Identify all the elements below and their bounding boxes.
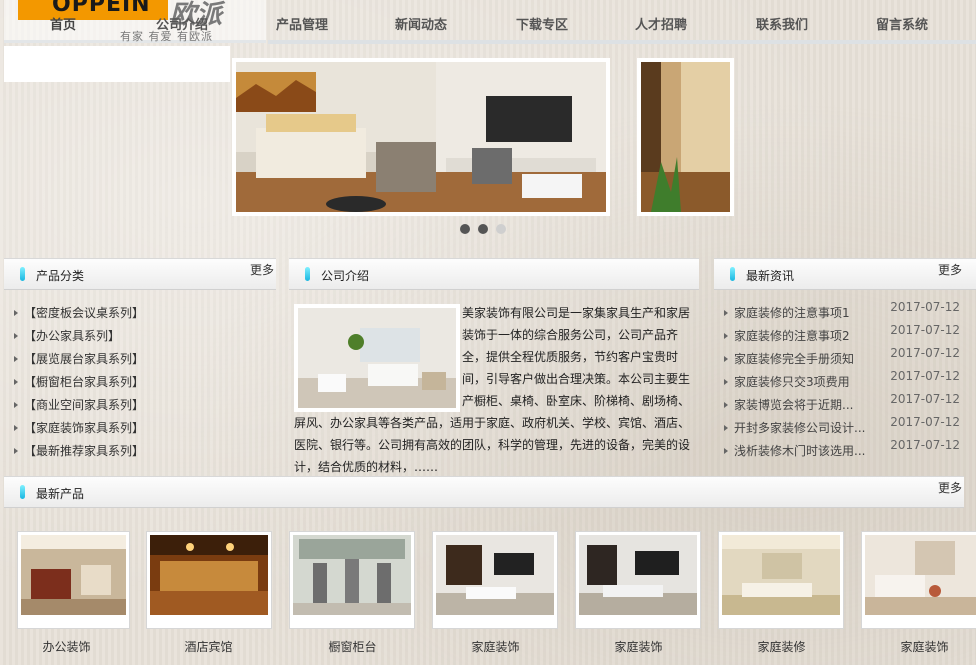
category-item[interactable]: 【家庭装饰家具系列】 [12, 417, 144, 440]
accent-bar-icon [20, 267, 25, 281]
news-panel-header: 最新资讯 更多 [714, 258, 976, 290]
product-thumbnail [150, 535, 268, 615]
slider-dot[interactable] [460, 224, 470, 234]
about-panel-title: 公司介绍 [321, 269, 370, 283]
nav-item-downloads[interactable]: 下载专区 [516, 14, 568, 33]
accent-bar-icon [20, 485, 25, 499]
accent-bar-icon [730, 267, 735, 281]
product-thumbnail [579, 535, 697, 615]
about-image-spacer [294, 302, 462, 412]
news-more-link[interactable]: 更多 [938, 261, 962, 278]
nav-item-jobs[interactable]: 人才招聘 [635, 14, 687, 33]
product-thumbnail [293, 535, 411, 615]
product-thumbnail [722, 535, 840, 615]
news-title[interactable]: 家庭装修完全手册须知 [734, 348, 854, 371]
category-panel-header: 产品分类 更多 [4, 258, 276, 290]
product-card[interactable] [861, 531, 976, 629]
product-label[interactable]: 家庭装饰 [439, 638, 552, 655]
category-item[interactable]: 【办公家具系列】 [12, 325, 144, 348]
product-card[interactable] [718, 531, 844, 629]
product-card[interactable] [432, 531, 558, 629]
news-item[interactable]: 浅析装修木门时该选用... 2017-07-12 [722, 438, 960, 463]
product-label[interactable]: 橱窗柜台 [296, 638, 409, 655]
news-panel-title: 最新资讯 [746, 269, 795, 283]
news-date: 2017-07-12 [890, 438, 960, 452]
slider-dot[interactable] [478, 224, 488, 234]
product-label[interactable]: 家庭装修 [725, 638, 838, 655]
product-card[interactable] [146, 531, 272, 629]
slider-dots [460, 223, 514, 237]
header-spacer [4, 46, 230, 82]
nav-item-about[interactable]: 公司介绍 [156, 14, 208, 33]
products-panel-title: 最新产品 [36, 487, 85, 501]
product-label[interactable]: 酒店宾馆 [152, 638, 265, 655]
news-title[interactable]: 家庭装修的注意事项1 [734, 302, 850, 325]
products-more-link[interactable]: 更多 [938, 479, 962, 496]
product-card[interactable] [17, 531, 130, 629]
news-title[interactable]: 开封多家装修公司设计... [734, 417, 865, 440]
product-card[interactable] [289, 531, 415, 629]
nav-item-guestbook[interactable]: 留言系统 [876, 14, 928, 33]
products-panel-header: 最新产品 更多 [4, 476, 964, 508]
category-list: 【密度板会议桌系列】 【办公家具系列】 【展览展台家具系列】 【橱窗柜台家具系列… [12, 302, 144, 463]
nav-item-contact[interactable]: 联系我们 [756, 14, 808, 33]
news-title[interactable]: 家庭装修只交3项费用 [734, 371, 850, 394]
news-title[interactable]: 浅析装修木门时该选用... [734, 440, 865, 463]
top-navigation: OPPEIN 欧派 有家 有爱 有欧派 首页 公司介绍 产品管理 新闻动态 下载… [0, 0, 976, 46]
product-card[interactable] [575, 531, 701, 629]
product-thumbnail [436, 535, 554, 615]
category-item[interactable]: 【最新推荐家具系列】 [12, 440, 144, 463]
slider-image-bedroom[interactable] [232, 58, 610, 216]
category-item[interactable]: 【密度板会议桌系列】 [12, 302, 144, 325]
category-panel-title: 产品分类 [36, 269, 85, 283]
category-item[interactable]: 【橱窗柜台家具系列】 [12, 371, 144, 394]
category-item[interactable]: 【展览展台家具系列】 [12, 348, 144, 371]
product-label[interactable]: 家庭装饰 [582, 638, 695, 655]
slider-image-partial[interactable] [637, 58, 734, 216]
nav-strip [268, 0, 976, 44]
product-thumbnail [21, 535, 126, 615]
about-panel-header: 公司介绍 [289, 258, 699, 290]
interior-photo [641, 62, 730, 212]
nav-item-products[interactable]: 产品管理 [276, 14, 328, 33]
category-more-link[interactable]: 更多 [250, 261, 274, 278]
slider-dot-active[interactable] [496, 224, 506, 234]
category-item[interactable]: 【商业空间家具系列】 [12, 394, 144, 417]
product-label[interactable]: 家庭装饰 [868, 638, 976, 655]
about-text-block: 美家装饰有限公司是一家集家具生产和家居装饰于一体的综合服务公司，公司产品齐全，提… [294, 302, 698, 478]
news-list: 家庭装修的注意事项1 2017-07-12 家庭装修的注意事项2 2017-07-1… [722, 300, 960, 463]
nav-item-home[interactable]: 首页 [50, 14, 76, 33]
news-title[interactable]: 家装博览会将于近期... [734, 394, 853, 417]
product-thumbnail [865, 535, 976, 615]
bedroom-photo [236, 62, 606, 212]
accent-bar-icon [305, 267, 310, 281]
nav-item-news[interactable]: 新闻动态 [395, 14, 447, 33]
logo-area[interactable]: OPPEIN 欧派 有家 有爱 有欧派 首页 公司介绍 [4, 0, 266, 43]
news-title[interactable]: 家庭装修的注意事项2 [734, 325, 850, 348]
product-label[interactable]: 办公装饰 [10, 638, 123, 655]
